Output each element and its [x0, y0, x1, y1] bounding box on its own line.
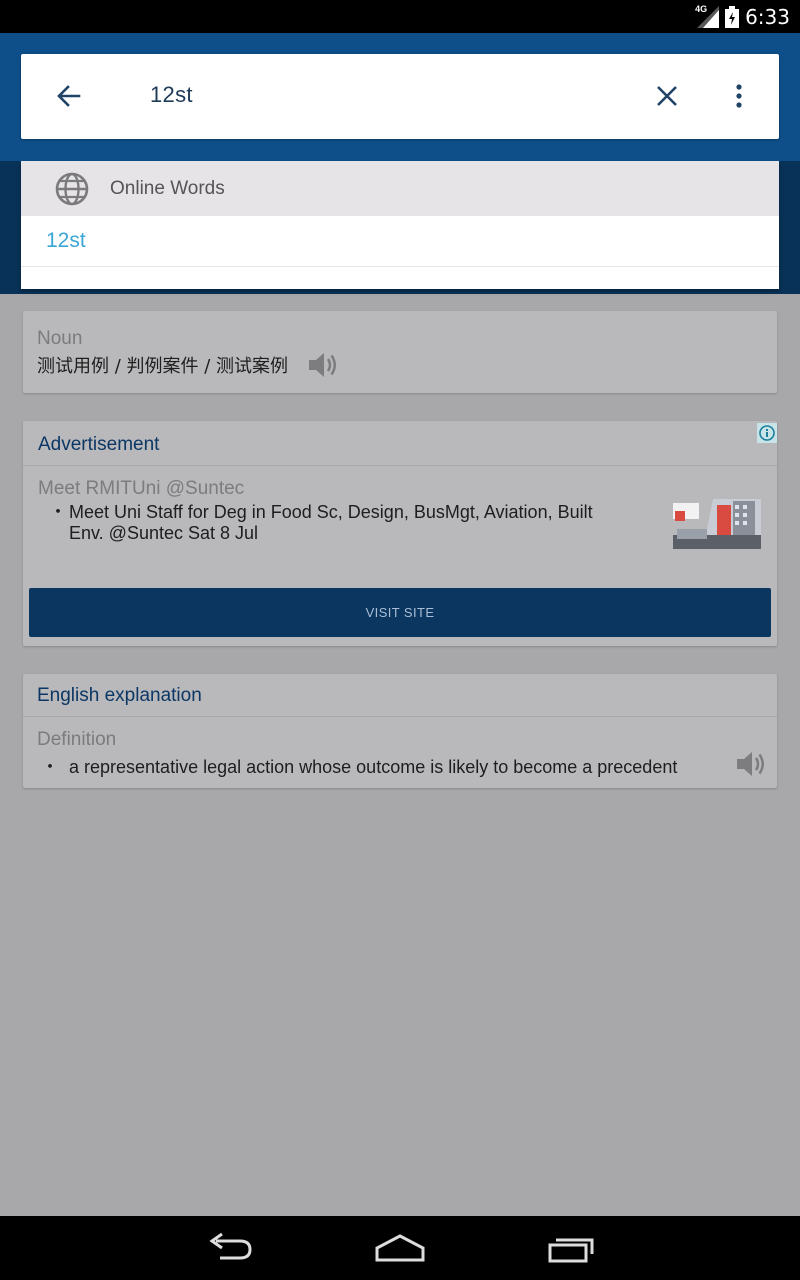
battery-icon	[725, 6, 740, 28]
english-explanation-title: English explanation	[37, 685, 202, 706]
globe-icon	[55, 172, 89, 205]
recents-nav-icon[interactable]	[546, 1232, 596, 1264]
close-icon[interactable]	[653, 82, 681, 110]
speaker-icon[interactable]	[735, 748, 767, 780]
status-bar: 4G 6:33	[0, 0, 800, 33]
suggestion-header: Online Words	[21, 161, 779, 216]
translation-text: 测试用例 / 判例案件 / 测试案例	[37, 356, 289, 377]
ad-divider	[23, 465, 777, 466]
speaker-icon[interactable]	[307, 349, 339, 381]
back-nav-icon[interactable]	[206, 1232, 254, 1264]
ad-headline[interactable]: Meet RMITUni @Suntec	[38, 478, 244, 500]
nav-bar	[0, 1216, 800, 1280]
search-input[interactable]: 12st	[150, 82, 193, 108]
ad-card: Advertisement Meet RMITUni @Suntec ・ Mee…	[23, 421, 777, 646]
signal-icon: 4G	[695, 4, 720, 28]
part-of-speech: Noun	[37, 328, 83, 349]
definition-label: Definition	[37, 729, 117, 750]
ad-bullet-text: Meet Uni Staff for Deg in Food Sc, Desig…	[69, 502, 593, 543]
visit-site-button[interactable]: VISIT SITE	[29, 588, 771, 637]
suggestion-item[interactable]: 12st	[21, 216, 779, 267]
status-time: 6:33	[745, 5, 790, 29]
english-divider	[23, 716, 777, 717]
network-type: 4G	[695, 4, 708, 14]
definition-text: a representative legal action whose outc…	[69, 757, 678, 777]
english-explanation-card: English explanation Definition ・ a repres…	[23, 674, 777, 788]
bullet-mark: ・	[49, 502, 67, 522]
search-bar: 12st	[21, 54, 779, 139]
ad-bullet: ・ Meet Uni Staff for Deg in Food Sc, Des…	[49, 502, 629, 544]
ad-image[interactable]	[673, 499, 761, 549]
home-nav-icon[interactable]	[374, 1232, 426, 1264]
translation-card: Noun 测试用例 / 判例案件 / 测试案例	[23, 311, 777, 393]
more-vert-icon[interactable]	[729, 82, 749, 110]
back-arrow-icon[interactable]	[55, 82, 83, 110]
definition-row: ・ a representative legal action whose out…	[41, 753, 677, 779]
suggestion-header-label: Online Words	[110, 177, 225, 199]
info-icon[interactable]	[757, 423, 777, 443]
ad-title: Advertisement	[38, 434, 160, 455]
status-icons: 4G 6:33	[695, 4, 790, 29]
suggestion-dropdown: Online Words 12st	[21, 161, 779, 289]
bullet-mark: ・	[41, 757, 59, 777]
